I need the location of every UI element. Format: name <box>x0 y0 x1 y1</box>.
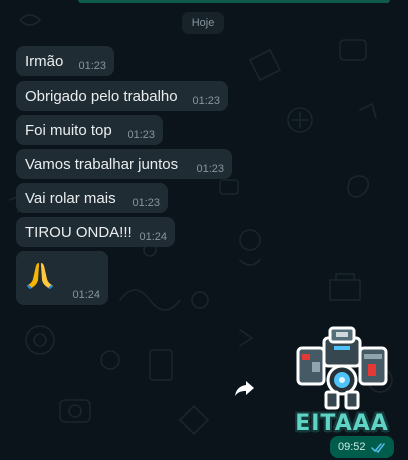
message-bubble-emoji[interactable]: 01:24 <box>16 251 108 305</box>
message-time: 01:23 <box>78 60 106 72</box>
date-divider: Hoje <box>182 12 224 34</box>
message-text: TIROU ONDA!!! <box>25 224 132 241</box>
message-bubble[interactable]: Foi muito top 01:23 <box>16 115 163 145</box>
robot-sticker-image <box>296 326 388 410</box>
message-time: 01:23 <box>127 129 155 141</box>
message-bubble[interactable]: Obrigado pelo trabalho 01:23 <box>16 81 228 111</box>
outgoing-timestamp: 09:52 <box>330 436 394 458</box>
robot-sticker[interactable]: EITAAA <box>290 326 394 436</box>
message-text: Vai rolar mais <box>25 190 116 207</box>
message-time: 01:23 <box>196 163 224 175</box>
message-bubble[interactable]: TIROU ONDA!!! 01:24 <box>16 217 175 247</box>
forward-arrow-icon <box>235 381 254 396</box>
message-time: 01:23 <box>192 95 220 107</box>
message-time: 01:24 <box>72 289 100 301</box>
message-time: 01:24 <box>139 231 167 243</box>
message-bubble[interactable]: Vai rolar mais 01:23 <box>16 183 168 213</box>
message-bubble[interactable]: Vamos trabalhar juntos 01:23 <box>16 149 232 179</box>
message-time: 01:23 <box>132 197 160 209</box>
message-bubble[interactable]: Irmão 01:23 <box>16 46 114 76</box>
message-time: 09:52 <box>338 441 366 453</box>
message-text: Foi muito top <box>25 122 112 139</box>
forward-button[interactable] <box>227 370 263 406</box>
message-text: Vamos trabalhar juntos <box>25 156 179 173</box>
message-text: Irmão <box>25 53 64 70</box>
double-check-icon <box>371 443 385 453</box>
message-text: Obrigado pelo trabalho <box>25 88 178 105</box>
folded-hands-emoji <box>27 263 53 289</box>
previous-message-edge <box>78 0 390 3</box>
sticker-caption: EITAAA <box>295 411 389 436</box>
